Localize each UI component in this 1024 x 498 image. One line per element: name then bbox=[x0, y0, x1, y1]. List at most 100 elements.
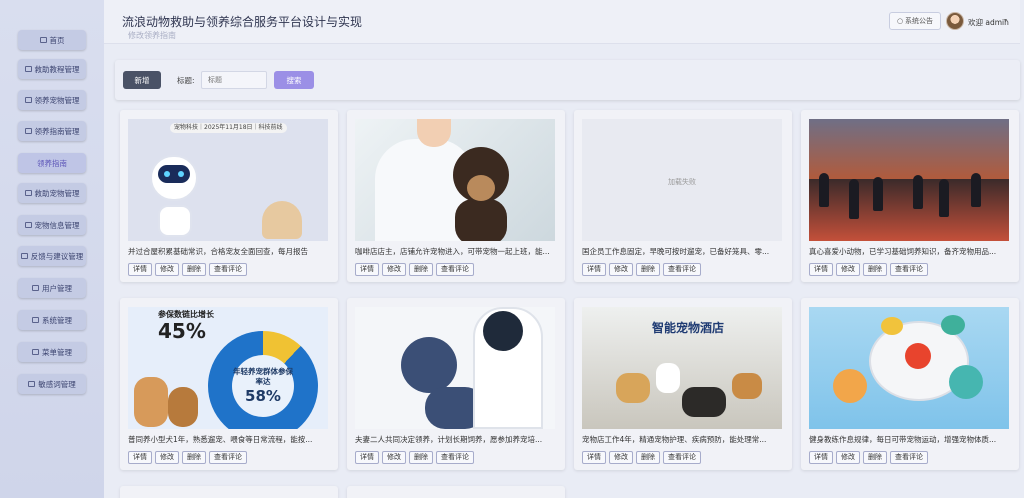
detail-button[interactable]: 详情 bbox=[355, 451, 379, 464]
card-actions: 详情 修改 删除 查看评论 bbox=[582, 263, 701, 276]
expo-background bbox=[809, 119, 1009, 179]
card-actions: 详情 修改 删除 查看评论 bbox=[809, 451, 928, 464]
guide-card[interactable]: 健身教练作息规律，每日可带宠物运动，增强宠物体质... 详情 修改 删除 查看评… bbox=[801, 298, 1019, 470]
menu-icon bbox=[24, 97, 32, 103]
sidebar-item-label: 领养指南管理 bbox=[34, 126, 80, 136]
delete-button[interactable]: 删除 bbox=[182, 451, 206, 464]
guide-card-description: 并过合屋积累基础常识，合格宠友全面回查，每月报告 bbox=[128, 247, 308, 256]
detail-button[interactable]: 详情 bbox=[809, 263, 833, 276]
detail-button[interactable]: 详情 bbox=[128, 451, 152, 464]
guide-card-image[interactable]: 宠物科技｜2025年11月18日｜科技前线 bbox=[128, 119, 328, 241]
sidebar-item-9[interactable]: 系统管理 bbox=[18, 310, 86, 330]
cat-illustration bbox=[262, 201, 302, 239]
edit-button[interactable]: 修改 bbox=[836, 263, 860, 276]
sidebar-item-label: 用户管理 bbox=[42, 283, 72, 293]
sidebar-item-3[interactable]: 领养指南管理 bbox=[18, 121, 86, 141]
toy-button bbox=[905, 343, 931, 369]
hotel-sign: 智能宠物酒店 bbox=[652, 321, 725, 335]
guide-card-image[interactable]: 参保数链比增长 45% 年轻养宠群体参保率达 58% bbox=[128, 307, 328, 429]
edit-button[interactable]: 修改 bbox=[836, 451, 860, 464]
delete-button[interactable]: 删除 bbox=[409, 451, 433, 464]
delete-button[interactable]: 删除 bbox=[409, 263, 433, 276]
guide-card[interactable]: 真心喜爱小动物，已学习基础饲养知识，备齐宠物用品... 详情 修改 删除 查看评… bbox=[801, 110, 1019, 282]
donut-label: 年轻养宠群体参保率达 bbox=[233, 367, 293, 386]
sidebar-item-5[interactable]: 救助宠物管理 bbox=[18, 183, 86, 203]
guide-card[interactable]: 参保数链比增长 45% 年轻养宠群体参保率达 58% 普同养小型犬1年，熟悉遛宠… bbox=[120, 298, 338, 470]
detail-button[interactable]: 详情 bbox=[582, 451, 606, 464]
detail-button[interactable]: 详情 bbox=[355, 263, 379, 276]
guide-card-image[interactable]: 智能宠物酒店 bbox=[582, 307, 782, 429]
view-comments-button[interactable]: 查看评论 bbox=[436, 263, 474, 276]
guide-card[interactable]: 智能宠物酒店 宠物店工作4年，精通宠物护理、疾病预防，能处理常... 详情 修改… bbox=[574, 298, 792, 470]
delete-button[interactable]: 删除 bbox=[863, 263, 887, 276]
delete-button[interactable]: 删除 bbox=[636, 263, 660, 276]
guide-card-description: 健身教练作息规律，每日可带宠物运动，增强宠物体质... bbox=[809, 435, 997, 444]
detail-button[interactable]: 详情 bbox=[809, 451, 833, 464]
edit-button[interactable]: 修改 bbox=[382, 451, 406, 464]
menu-icon bbox=[32, 349, 39, 355]
card-actions: 详情 修改 删除 查看评论 bbox=[582, 451, 701, 464]
view-comments-button[interactable]: 查看评论 bbox=[663, 451, 701, 464]
guide-card[interactable]: 宠物科技｜2025年11月18日｜科技前线 并过合屋积累基础常识，合格宠友全面回… bbox=[120, 110, 338, 282]
title-search-input[interactable] bbox=[201, 71, 267, 89]
system-notice-button[interactable]: ○ 系统公告 bbox=[889, 12, 941, 30]
guide-card[interactable] bbox=[120, 486, 338, 498]
view-comments-button[interactable]: 查看评论 bbox=[663, 263, 701, 276]
guide-card-image[interactable]: 加载失败 bbox=[582, 119, 782, 241]
search-toolbar: 新增 标题: 搜索 bbox=[115, 60, 1020, 100]
breadcrumb: 修改领养指南 bbox=[128, 31, 176, 40]
sidebar-item-11[interactable]: 敏感词管理 bbox=[18, 374, 86, 394]
sidebar-item-label: 领养指南 bbox=[37, 158, 67, 168]
guide-card[interactable]: 咖啡店店主，店铺允许宠物进入，可带宠物一起上班，能... 详情 修改 删除 查看… bbox=[347, 110, 565, 282]
guide-card-description: 咖啡店店主，店铺允许宠物进入，可带宠物一起上班，能... bbox=[355, 247, 550, 256]
sidebar-item-1[interactable]: 救助教程管理 bbox=[18, 59, 86, 79]
delete-button[interactable]: 删除 bbox=[182, 263, 206, 276]
view-comments-button[interactable]: 查看评论 bbox=[209, 263, 247, 276]
edit-button[interactable]: 修改 bbox=[155, 451, 179, 464]
card-actions: 详情 修改 删除 查看评论 bbox=[355, 451, 474, 464]
guide-card-description: 夫妻二人共同决定领养，计划长期饲养，愿参加养宠培... bbox=[355, 435, 543, 444]
add-button[interactable]: 新增 bbox=[123, 71, 161, 89]
card-actions: 详情 修改 删除 查看评论 bbox=[128, 451, 247, 464]
avatar[interactable] bbox=[946, 12, 964, 30]
guide-card[interactable] bbox=[347, 486, 565, 498]
sidebar-item-label: 敏感词管理 bbox=[38, 379, 76, 389]
menu-icon bbox=[28, 381, 36, 387]
detail-button[interactable]: 详情 bbox=[128, 263, 152, 276]
guide-card-image[interactable] bbox=[809, 119, 1009, 241]
delete-button[interactable]: 删除 bbox=[636, 451, 660, 464]
view-comments-button[interactable]: 查看评论 bbox=[890, 451, 928, 464]
sidebar-item-2[interactable]: 领养宠物管理 bbox=[18, 90, 86, 110]
card-actions: 详情 修改 删除 查看评论 bbox=[128, 263, 247, 276]
view-comments-button[interactable]: 查看评论 bbox=[890, 263, 928, 276]
search-button[interactable]: 搜索 bbox=[274, 71, 314, 89]
chevron-down-icon[interactable]: ▾ bbox=[1004, 17, 1007, 24]
edit-button[interactable]: 修改 bbox=[609, 263, 633, 276]
detail-button[interactable]: 详情 bbox=[582, 263, 606, 276]
guide-card-image[interactable] bbox=[355, 307, 555, 429]
sidebar-item-4[interactable]: 领养指南 bbox=[18, 153, 86, 173]
guide-card-image[interactable] bbox=[355, 119, 555, 241]
sidebar-item-label: 救助宠物管理 bbox=[34, 188, 80, 198]
view-comments-button[interactable]: 查看评论 bbox=[209, 451, 247, 464]
sidebar-item-10[interactable]: 菜单管理 bbox=[18, 342, 86, 362]
sidebar-item-0[interactable]: 首页 bbox=[18, 30, 86, 50]
guide-card[interactable]: 加载失败 国企员工作息固定，早晚可按时遛宠，已备好笼具、零... 详情 修改 删… bbox=[574, 110, 792, 282]
infographic-percent: 45% bbox=[158, 319, 206, 343]
guide-card-image[interactable] bbox=[809, 307, 1009, 429]
view-comments-button[interactable]: 查看评论 bbox=[436, 451, 474, 464]
sidebar-item-7[interactable]: 反馈与建议管理 bbox=[18, 246, 86, 266]
image-load-failed: 加载失败 bbox=[668, 178, 696, 186]
sidebar-item-6[interactable]: 宠物信息管理 bbox=[18, 215, 86, 235]
edit-button[interactable]: 修改 bbox=[155, 263, 179, 276]
delete-button[interactable]: 删除 bbox=[863, 451, 887, 464]
sidebar-item-8[interactable]: 用户管理 bbox=[18, 278, 86, 298]
edit-button[interactable]: 修改 bbox=[609, 451, 633, 464]
cat-illustration bbox=[401, 337, 457, 393]
card-actions: 详情 修改 删除 查看评论 bbox=[355, 263, 474, 276]
guide-card[interactable]: 夫妻二人共同决定领养，计划长期饲养，愿参加养宠培... 详情 修改 删除 查看评… bbox=[347, 298, 565, 470]
title-label: 标题: bbox=[177, 76, 195, 85]
welcome-text[interactable]: 欢迎 admin bbox=[968, 17, 1009, 28]
edit-button[interactable]: 修改 bbox=[382, 263, 406, 276]
top-header: 流浪动物救助与领养综合服务平台设计与实现 修改领养指南 ○ 系统公告 欢迎 ad… bbox=[104, 0, 1020, 44]
